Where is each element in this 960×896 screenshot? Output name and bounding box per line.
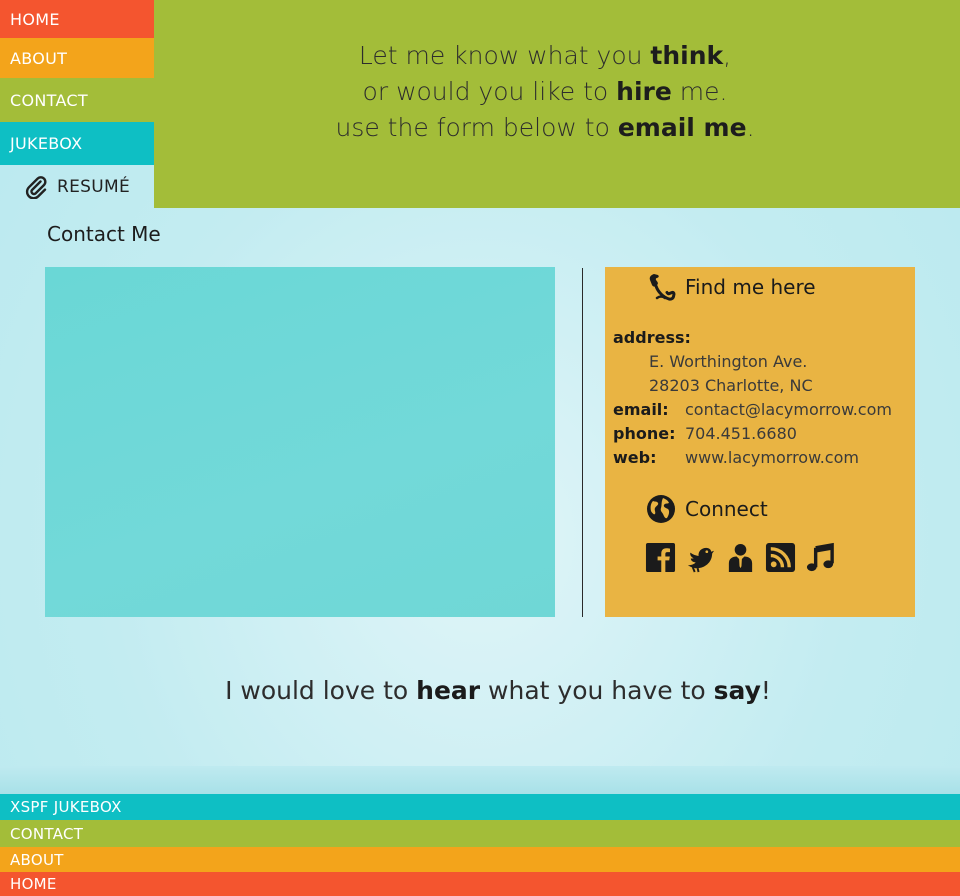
footer-home-link[interactable]: HOME [0, 872, 960, 896]
footer-contact-label: CONTACT [10, 824, 84, 843]
section-title: Contact Me [47, 222, 161, 246]
vertical-divider [582, 268, 583, 617]
phone-handset-icon [649, 274, 676, 301]
nav-home[interactable]: HOME [0, 0, 154, 38]
email-link[interactable]: contact@lacymorrow.com [685, 400, 892, 419]
phone-value: 704.451.6680 [685, 424, 797, 443]
footer-about-link[interactable]: ABOUT [0, 847, 960, 872]
footer-contact-link[interactable]: CONTACT [0, 820, 960, 847]
facebook-icon[interactable] [645, 542, 676, 573]
nav-jukebox-label: JUKEBOX [10, 134, 83, 153]
find-me-heading: Find me here [645, 271, 816, 303]
banner-line-2: or would you like to hire me. [362, 77, 728, 106]
connect-heading: Connect [645, 493, 768, 525]
footer-about-label: ABOUT [10, 850, 64, 869]
globe-icon [647, 495, 675, 523]
footer-jukebox-label: XSPF JUKEBOX [10, 798, 122, 816]
banner-text: Let me know what you think, or would you… [154, 38, 936, 146]
contact-info-panel: Find me here address: E. Worthington Ave… [605, 267, 915, 617]
connect-heading-text: Connect [685, 497, 768, 521]
email-label: email: [613, 400, 669, 419]
footer-shadow [0, 766, 960, 794]
footer-jukebox-link[interactable]: XSPF JUKEBOX [0, 794, 960, 820]
header-banner: Let me know what you think, or would you… [154, 0, 960, 208]
nav-contact[interactable]: CONTACT [0, 78, 154, 122]
nav-about[interactable]: ABOUT [0, 38, 154, 78]
tagline: I would love to hear what you have to sa… [225, 676, 771, 705]
phone-label: phone: [613, 424, 676, 443]
music-note-icon[interactable] [805, 542, 836, 573]
address-label: address: [613, 328, 691, 347]
contact-form-area[interactable] [45, 267, 555, 617]
web-link[interactable]: www.lacymorrow.com [685, 448, 859, 467]
banner-line-3: use the form below to email me. [335, 113, 755, 142]
social-icons [645, 542, 836, 573]
profile-icon[interactable] [725, 542, 756, 573]
rss-icon[interactable] [765, 542, 796, 573]
address-line-2: 28203 Charlotte, NC [649, 376, 813, 395]
find-me-heading-text: Find me here [685, 275, 816, 299]
nav-contact-label: CONTACT [10, 90, 88, 110]
nav-about-label: ABOUT [10, 48, 68, 68]
nav-resume[interactable]: RESUMÉ [24, 165, 154, 208]
web-label: web: [613, 448, 657, 467]
footer-home-label: HOME [10, 875, 57, 893]
nav-home-label: HOME [10, 9, 60, 29]
nav-resume-label: RESUMÉ [57, 176, 130, 197]
twitter-bird-icon[interactable] [685, 542, 716, 573]
address-line-1: E. Worthington Ave. [649, 352, 808, 371]
paperclip-icon [25, 175, 47, 199]
banner-line-1: Let me know what you think, [358, 41, 732, 70]
nav-jukebox[interactable]: JUKEBOX [0, 122, 154, 165]
